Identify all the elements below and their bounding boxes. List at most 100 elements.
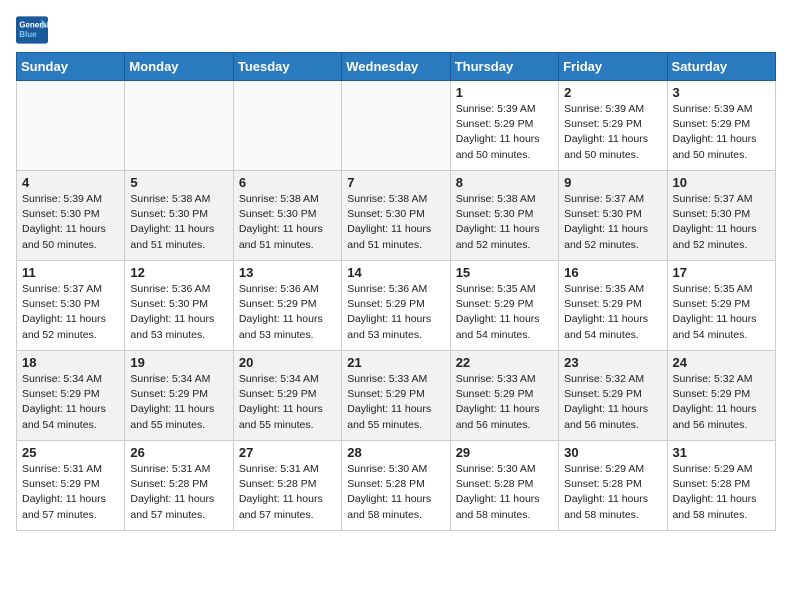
- day-number: 22: [456, 355, 553, 370]
- day-info: Sunrise: 5:35 AM Sunset: 5:29 PM Dayligh…: [564, 282, 661, 343]
- calendar-cell: 20 Sunrise: 5:34 AM Sunset: 5:29 PM Dayli…: [233, 351, 341, 441]
- calendar-cell: 30 Sunrise: 5:29 AM Sunset: 5:28 PM Dayli…: [559, 441, 667, 531]
- day-number: 14: [347, 265, 444, 280]
- calendar-cell: 17Sunrise: 5:35 AM Sunset: 5:29 PM Dayli…: [667, 261, 775, 351]
- day-header-saturday: Saturday: [667, 53, 775, 81]
- day-info: Sunrise: 5:30 AM Sunset: 5:28 PM Dayligh…: [456, 462, 553, 523]
- day-info: Sunrise: 5:34 AM Sunset: 5:29 PM Dayligh…: [22, 372, 119, 433]
- day-info: Sunrise: 5:37 AM Sunset: 5:30 PM Dayligh…: [22, 282, 119, 343]
- calendar-table: SundayMondayTuesdayWednesdayThursdayFrid…: [16, 52, 776, 531]
- calendar-cell: 31Sunrise: 5:29 AM Sunset: 5:28 PM Dayli…: [667, 441, 775, 531]
- day-number: 3: [673, 85, 770, 100]
- day-info: Sunrise: 5:38 AM Sunset: 5:30 PM Dayligh…: [130, 192, 227, 253]
- day-number: 13: [239, 265, 336, 280]
- day-header-tuesday: Tuesday: [233, 53, 341, 81]
- calendar-cell: 19 Sunrise: 5:34 AM Sunset: 5:29 PM Dayli…: [125, 351, 233, 441]
- calendar-cell: [125, 81, 233, 171]
- day-info: Sunrise: 5:34 AM Sunset: 5:29 PM Dayligh…: [130, 372, 227, 433]
- day-info: Sunrise: 5:30 AM Sunset: 5:28 PM Dayligh…: [347, 462, 444, 523]
- calendar-cell: 1 Sunrise: 5:39 AM Sunset: 5:29 PM Daylig…: [450, 81, 558, 171]
- day-header-thursday: Thursday: [450, 53, 558, 81]
- page-header: General Blue: [16, 16, 776, 44]
- day-info: Sunrise: 5:34 AM Sunset: 5:29 PM Dayligh…: [239, 372, 336, 433]
- calendar-cell: 12Sunrise: 5:36 AM Sunset: 5:30 PM Dayli…: [125, 261, 233, 351]
- svg-text:Blue: Blue: [19, 30, 37, 39]
- calendar-cell: 28 Sunrise: 5:30 AM Sunset: 5:28 PM Dayli…: [342, 441, 450, 531]
- calendar-cell: 27 Sunrise: 5:31 AM Sunset: 5:28 PM Dayli…: [233, 441, 341, 531]
- calendar-cell: [342, 81, 450, 171]
- calendar-cell: 6 Sunrise: 5:38 AM Sunset: 5:30 PM Daylig…: [233, 171, 341, 261]
- calendar-cell: 9Sunrise: 5:37 AM Sunset: 5:30 PM Daylig…: [559, 171, 667, 261]
- day-info: Sunrise: 5:32 AM Sunset: 5:29 PM Dayligh…: [564, 372, 661, 433]
- calendar-cell: 25Sunrise: 5:31 AM Sunset: 5:29 PM Dayli…: [17, 441, 125, 531]
- day-number: 6: [239, 175, 336, 190]
- day-number: 19: [130, 355, 227, 370]
- day-info: Sunrise: 5:39 AM Sunset: 5:29 PM Dayligh…: [564, 102, 661, 163]
- calendar-cell: 3 Sunrise: 5:39 AM Sunset: 5:29 PM Daylig…: [667, 81, 775, 171]
- week-row-5: 25Sunrise: 5:31 AM Sunset: 5:29 PM Dayli…: [17, 441, 776, 531]
- calendar-cell: 10Sunrise: 5:37 AM Sunset: 5:30 PM Dayli…: [667, 171, 775, 261]
- calendar-cell: 18Sunrise: 5:34 AM Sunset: 5:29 PM Dayli…: [17, 351, 125, 441]
- calendar-cell: 4 Sunrise: 5:39 AM Sunset: 5:30 PM Daylig…: [17, 171, 125, 261]
- day-number: 20: [239, 355, 336, 370]
- day-number: 24: [673, 355, 770, 370]
- day-header-monday: Monday: [125, 53, 233, 81]
- day-info: Sunrise: 5:36 AM Sunset: 5:29 PM Dayligh…: [239, 282, 336, 343]
- day-number: 1: [456, 85, 553, 100]
- calendar-cell: [233, 81, 341, 171]
- day-number: 15: [456, 265, 553, 280]
- day-number: 31: [673, 445, 770, 460]
- day-number: 21: [347, 355, 444, 370]
- day-info: Sunrise: 5:39 AM Sunset: 5:29 PM Dayligh…: [456, 102, 553, 163]
- day-info: Sunrise: 5:39 AM Sunset: 5:30 PM Dayligh…: [22, 192, 119, 253]
- day-number: 11: [22, 265, 119, 280]
- calendar-cell: 5 Sunrise: 5:38 AM Sunset: 5:30 PM Daylig…: [125, 171, 233, 261]
- day-number: 30: [564, 445, 661, 460]
- day-info: Sunrise: 5:31 AM Sunset: 5:29 PM Dayligh…: [22, 462, 119, 523]
- week-row-1: 1 Sunrise: 5:39 AM Sunset: 5:29 PM Daylig…: [17, 81, 776, 171]
- day-info: Sunrise: 5:33 AM Sunset: 5:29 PM Dayligh…: [456, 372, 553, 433]
- calendar-cell: 7 Sunrise: 5:38 AM Sunset: 5:30 PM Daylig…: [342, 171, 450, 261]
- week-row-4: 18Sunrise: 5:34 AM Sunset: 5:29 PM Dayli…: [17, 351, 776, 441]
- day-number: 17: [673, 265, 770, 280]
- day-info: Sunrise: 5:38 AM Sunset: 5:30 PM Dayligh…: [239, 192, 336, 253]
- calendar-cell: 15 Sunrise: 5:35 AM Sunset: 5:29 PM Dayli…: [450, 261, 558, 351]
- day-number: 7: [347, 175, 444, 190]
- calendar-cell: 14 Sunrise: 5:36 AM Sunset: 5:29 PM Dayli…: [342, 261, 450, 351]
- day-header-wednesday: Wednesday: [342, 53, 450, 81]
- calendar-cell: 23 Sunrise: 5:32 AM Sunset: 5:29 PM Dayli…: [559, 351, 667, 441]
- calendar-cell: 22 Sunrise: 5:33 AM Sunset: 5:29 PM Dayli…: [450, 351, 558, 441]
- day-info: Sunrise: 5:32 AM Sunset: 5:29 PM Dayligh…: [673, 372, 770, 433]
- day-number: 16: [564, 265, 661, 280]
- day-info: Sunrise: 5:31 AM Sunset: 5:28 PM Dayligh…: [239, 462, 336, 523]
- calendar-cell: 21 Sunrise: 5:33 AM Sunset: 5:29 PM Dayli…: [342, 351, 450, 441]
- day-number: 26: [130, 445, 227, 460]
- day-header-friday: Friday: [559, 53, 667, 81]
- day-header-sunday: Sunday: [17, 53, 125, 81]
- day-number: 27: [239, 445, 336, 460]
- day-number: 28: [347, 445, 444, 460]
- day-info: Sunrise: 5:37 AM Sunset: 5:30 PM Dayligh…: [564, 192, 661, 253]
- day-info: Sunrise: 5:38 AM Sunset: 5:30 PM Dayligh…: [347, 192, 444, 253]
- day-number: 23: [564, 355, 661, 370]
- calendar-cell: 2 Sunrise: 5:39 AM Sunset: 5:29 PM Daylig…: [559, 81, 667, 171]
- days-header-row: SundayMondayTuesdayWednesdayThursdayFrid…: [17, 53, 776, 81]
- day-number: 29: [456, 445, 553, 460]
- day-number: 10: [673, 175, 770, 190]
- day-info: Sunrise: 5:31 AM Sunset: 5:28 PM Dayligh…: [130, 462, 227, 523]
- day-number: 8: [456, 175, 553, 190]
- day-info: Sunrise: 5:29 AM Sunset: 5:28 PM Dayligh…: [564, 462, 661, 523]
- calendar-cell: 11 Sunrise: 5:37 AM Sunset: 5:30 PM Dayli…: [17, 261, 125, 351]
- day-info: Sunrise: 5:39 AM Sunset: 5:29 PM Dayligh…: [673, 102, 770, 163]
- day-number: 5: [130, 175, 227, 190]
- day-info: Sunrise: 5:36 AM Sunset: 5:30 PM Dayligh…: [130, 282, 227, 343]
- day-number: 4: [22, 175, 119, 190]
- day-info: Sunrise: 5:35 AM Sunset: 5:29 PM Dayligh…: [456, 282, 553, 343]
- calendar-cell: 26 Sunrise: 5:31 AM Sunset: 5:28 PM Dayli…: [125, 441, 233, 531]
- calendar-cell: [17, 81, 125, 171]
- calendar-cell: 24 Sunrise: 5:32 AM Sunset: 5:29 PM Dayli…: [667, 351, 775, 441]
- day-info: Sunrise: 5:33 AM Sunset: 5:29 PM Dayligh…: [347, 372, 444, 433]
- day-number: 2: [564, 85, 661, 100]
- logo-icon: General Blue: [16, 16, 48, 44]
- day-info: Sunrise: 5:36 AM Sunset: 5:29 PM Dayligh…: [347, 282, 444, 343]
